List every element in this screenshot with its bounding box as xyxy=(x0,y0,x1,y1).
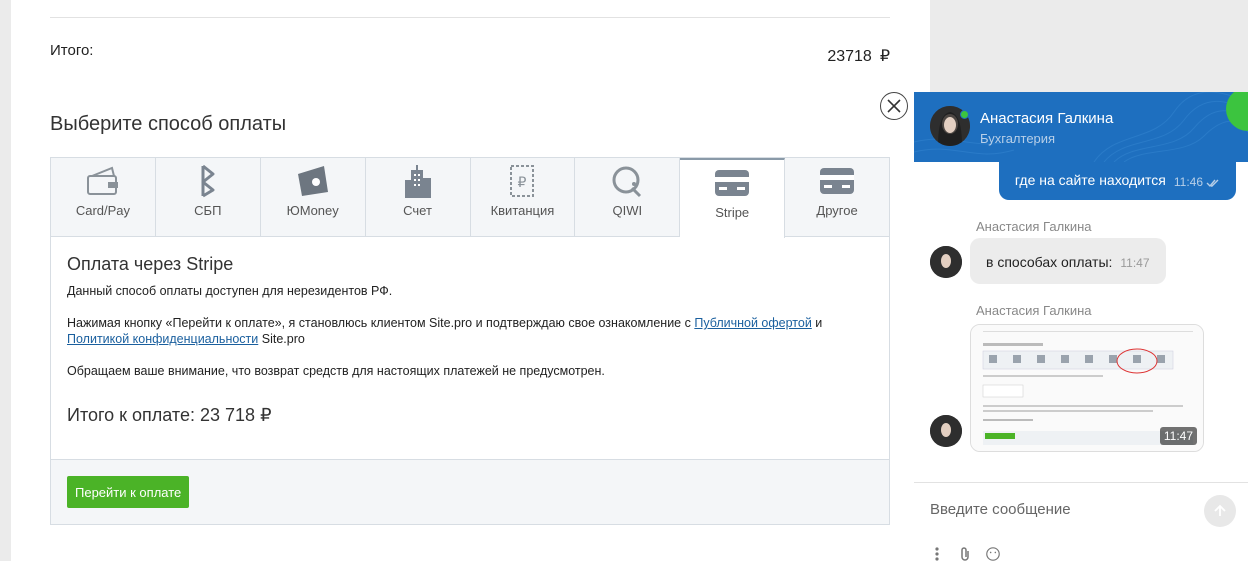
method-availability-text: Данный способ оплаты доступен для нерези… xyxy=(67,284,393,298)
message-time: 11:46 xyxy=(1173,175,1203,189)
card-icon xyxy=(817,163,857,199)
privacy-policy-link[interactable]: Политикой конфиденциальности xyxy=(67,332,258,346)
read-check-icon xyxy=(1206,179,1219,188)
tab-label: Квитанция xyxy=(490,203,555,218)
tab-invoice[interactable]: Счет xyxy=(366,158,471,236)
tab-label: СБП xyxy=(194,203,222,218)
order-total-amount: 23718 xyxy=(827,48,872,65)
payment-method-details: Оплата через Stripe Данный способ оплаты… xyxy=(51,237,889,459)
tab-cardpay[interactable]: Card/Pay xyxy=(51,158,156,236)
message-time: 11:47 xyxy=(1120,256,1150,270)
outgoing-message: где на сайте находится 11:46 xyxy=(998,162,1236,200)
divider xyxy=(50,17,890,18)
agreement-text-part: и xyxy=(811,316,823,330)
screenshot-attachment[interactable]: 11:47 xyxy=(970,324,1204,452)
attach-icon[interactable] xyxy=(958,547,972,561)
pay-total-text: Итого к оплате: 23 718 xyxy=(67,405,256,425)
sbp-icon xyxy=(188,163,228,199)
svg-text:₽: ₽ xyxy=(518,175,527,191)
agent-avatar xyxy=(930,415,962,447)
tab-label: Card/Pay xyxy=(75,203,131,218)
tab-receipt[interactable]: ₽ Квитанция xyxy=(471,158,576,236)
message-input[interactable] xyxy=(930,501,1190,518)
pay-total: Итого к оплате: 23 718 ₽ xyxy=(67,405,873,426)
agreement-text: Нажимая кнопку «Перейти к оплате», я ста… xyxy=(67,315,873,347)
building-icon xyxy=(398,163,438,199)
incoming-message: в способах оплаты: 11:47 xyxy=(970,238,1166,284)
payment-footer: Перейти к оплате xyxy=(51,459,889,524)
receipt-icon: ₽ xyxy=(502,163,542,199)
message-sender: Анастасия Галкина xyxy=(976,219,1092,234)
message-text: в способах оплаты: xyxy=(986,254,1113,270)
tab-yumoney[interactable]: ЮMoney xyxy=(261,158,366,236)
ruble-sign: ₽ xyxy=(260,405,272,425)
arrow-up-icon xyxy=(1214,504,1226,516)
proceed-to-payment-button[interactable]: Перейти к оплате xyxy=(67,476,190,508)
tab-qiwi[interactable]: QIWI xyxy=(575,158,681,236)
online-indicator xyxy=(960,110,969,119)
public-offer-link[interactable]: Публичной офертой xyxy=(694,316,811,330)
chat-widget: Анастасия Галкина Бухгалтерия где на сай… xyxy=(914,92,1248,561)
message-text: где на сайте находится xyxy=(1014,172,1166,188)
agreement-text-part: Нажимая кнопку «Перейти к оплате», я ста… xyxy=(67,316,695,330)
close-icon xyxy=(887,99,901,113)
ruble-sign: ₽ xyxy=(879,48,890,65)
payment-box: Card/Pay СБП ЮMoney Счет ₽ Квитанция QIW… xyxy=(50,157,890,525)
composer-tools xyxy=(930,547,1000,561)
wallet-icon xyxy=(83,163,123,199)
agreement-text-part: Site.pro xyxy=(258,332,305,346)
message-time: 11:47 xyxy=(1159,427,1197,445)
tab-label: Счет xyxy=(403,203,432,218)
tab-stripe[interactable]: Stripe xyxy=(680,158,786,238)
chat-header: Анастасия Галкина Бухгалтерия xyxy=(914,92,1248,162)
agent-name: Анастасия Галкина xyxy=(980,110,1114,127)
order-total-label: Итого: xyxy=(50,42,94,59)
send-button[interactable] xyxy=(1204,495,1236,527)
checkout-page: Итого: 23718 ₽ Выберите способ оплаты Car… xyxy=(11,0,930,561)
order-total-value: 23718 ₽ xyxy=(827,46,890,66)
card-icon xyxy=(712,165,752,201)
tab-label: QIWI xyxy=(612,203,643,218)
more-options-icon[interactable] xyxy=(930,547,944,561)
tab-sbp[interactable]: СБП xyxy=(156,158,261,236)
emoji-icon[interactable] xyxy=(986,547,1000,561)
yumoney-icon xyxy=(293,163,333,199)
tab-label: Stripe xyxy=(715,205,750,220)
refund-notice: Обращаем ваше внимание, что возврат сред… xyxy=(67,364,605,378)
tab-other[interactable]: Другое xyxy=(785,158,889,236)
qiwi-icon xyxy=(607,163,647,199)
chat-composer xyxy=(914,482,1248,561)
tab-label: ЮMoney xyxy=(286,203,339,218)
agent-role: Бухгалтерия xyxy=(980,131,1056,146)
message-sender: Анастасия Галкина xyxy=(976,303,1092,318)
method-title: Оплата через Stripe xyxy=(67,254,234,274)
payment-tabs: Card/Pay СБП ЮMoney Счет ₽ Квитанция QIW… xyxy=(51,158,889,238)
tab-label: Другое xyxy=(816,203,858,218)
close-chat-button[interactable] xyxy=(880,92,908,120)
agent-avatar xyxy=(930,246,962,278)
payment-section-title: Выберите способ оплаты xyxy=(50,113,287,135)
